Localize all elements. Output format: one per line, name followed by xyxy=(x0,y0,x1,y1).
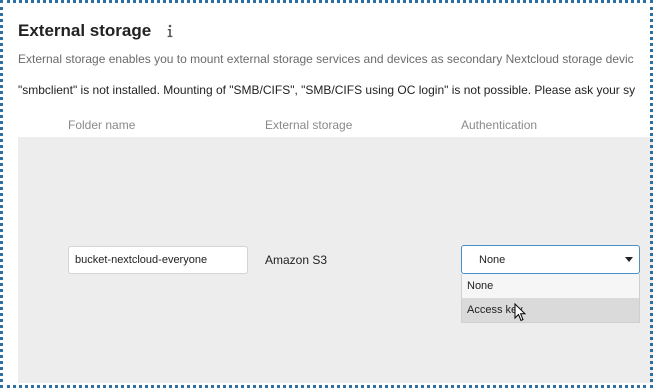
authentication-selected-value: None xyxy=(479,253,506,266)
dropdown-option-none[interactable]: None xyxy=(462,274,639,298)
column-header-folder-name: Folder name xyxy=(68,118,136,132)
section-title: External storage xyxy=(18,21,152,40)
authentication-select[interactable]: None xyxy=(461,245,640,274)
folder-name-input[interactable] xyxy=(68,246,248,274)
caret-down-icon xyxy=(625,257,633,262)
mouse-pointer-icon xyxy=(514,303,526,322)
info-icon[interactable] xyxy=(163,21,177,41)
section-header: External storage xyxy=(18,20,177,42)
column-header-external-storage: External storage xyxy=(265,118,353,132)
external-storage-section: External storage External storage enable… xyxy=(0,0,653,388)
info-glyph-shape xyxy=(167,24,173,38)
smbclient-warning: "smbclient" is not installed. Mounting o… xyxy=(18,83,636,97)
column-header-authentication: Authentication xyxy=(461,118,538,132)
authentication-dropdown-list: None Access key xyxy=(461,274,640,323)
section-description: External storage enables you to mount ex… xyxy=(18,52,634,66)
external-storage-type: Amazon S3 xyxy=(265,253,328,267)
dropdown-option-access-key[interactable]: Access key xyxy=(462,298,639,322)
